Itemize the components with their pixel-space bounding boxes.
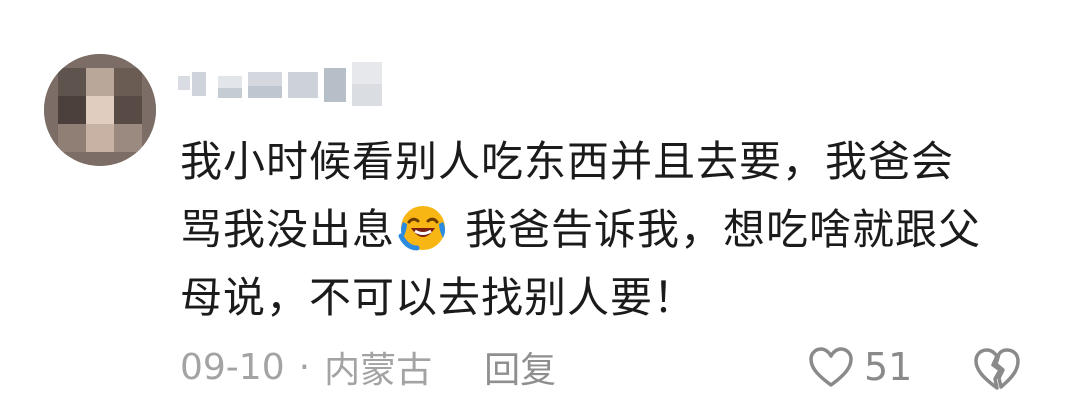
avatar[interactable]: [44, 54, 156, 166]
laughing-crying-emoji-icon: [398, 206, 446, 251]
comment-line-2-start: 骂我没出息: [180, 205, 396, 254]
heart-icon: [809, 347, 853, 387]
dislike-button[interactable]: [972, 346, 1022, 392]
broken-heart-icon: [974, 348, 1020, 390]
comment-location: 内蒙古: [324, 350, 433, 391]
comment-line-2: 骂我没出息 我爸告诉我，想吃啥就跟父: [180, 196, 1040, 264]
comment-line-1: 我小时候看别人吃东西并且去要，我爸会: [180, 137, 955, 186]
meta-separator: ·: [298, 346, 311, 388]
like-count: 51: [864, 345, 913, 389]
comment-date: 09-10: [180, 346, 285, 388]
like-button[interactable]: 51: [808, 342, 912, 392]
comment-meta: 09-10 · 内蒙古 回复: [180, 342, 556, 392]
username-pixelated[interactable]: [178, 62, 400, 108]
reply-button[interactable]: 回复: [484, 341, 556, 393]
comment-text: 我小时候看别人吃东西并且去要，我爸会 骂我没出息 我爸告诉我，想吃啥就跟父 母说…: [180, 128, 1040, 332]
comment-line-3: 母说，不可以去找别人要！: [180, 273, 697, 322]
comment-line-2-end: 我爸告诉我，想吃啥就跟父: [465, 205, 982, 254]
